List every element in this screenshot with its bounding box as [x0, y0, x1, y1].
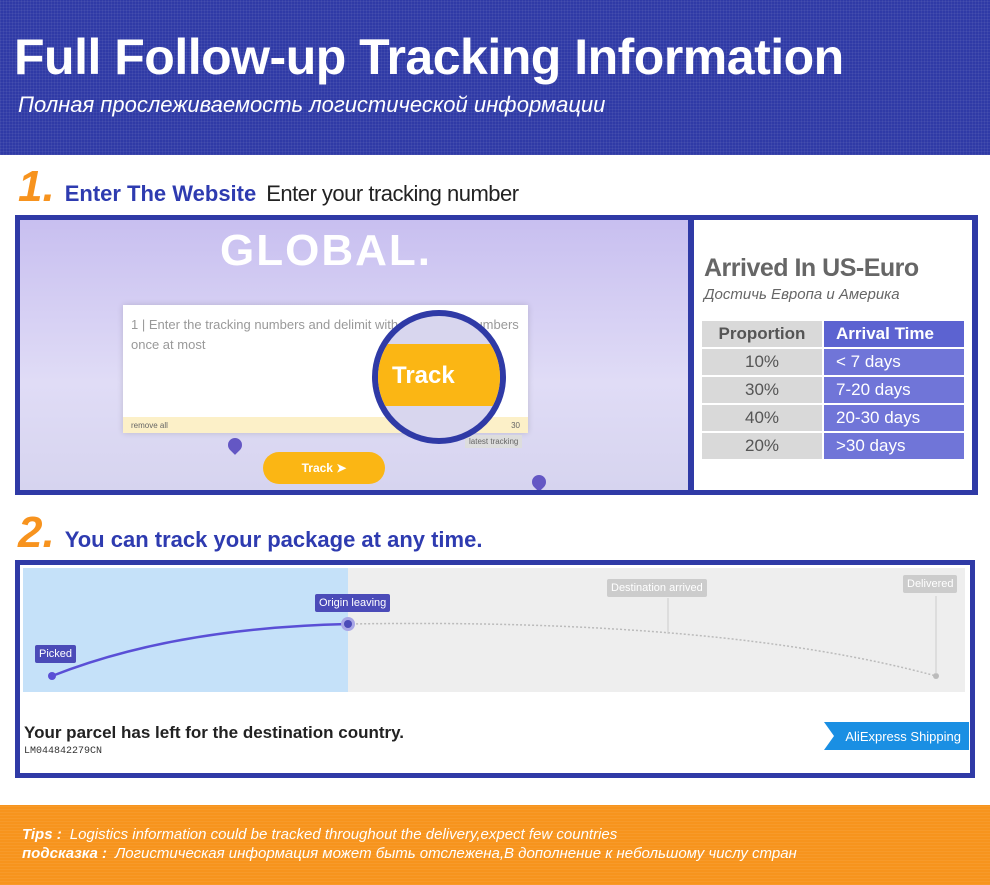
tips-text: Logistics information could be tracked t…	[69, 826, 618, 843]
footer-tips: Tips : Logistics information could be tra…	[0, 805, 990, 885]
stage-picked: Picked	[35, 645, 77, 663]
global-logo: GLOBAL.	[220, 226, 432, 275]
remove-all-link[interactable]: remove all	[131, 421, 168, 430]
stage-dot	[48, 672, 56, 680]
step-title: You can track your package at any time.	[64, 527, 483, 552]
page-subtitle: Полная прослеживаемость логистической ин…	[18, 92, 606, 117]
cell: >30 days	[822, 433, 964, 459]
line-number: 1	[131, 317, 139, 332]
arrival-subtitle: Достичь Европа и Америка	[704, 286, 900, 303]
arrival-table: Proportion Arrival Time 10% < 7 days 30% 7-…	[702, 319, 964, 461]
website-section: GLOBAL. 1 | Enter the tracking numbers a…	[15, 215, 978, 495]
stage-delivered: Delivered	[903, 575, 958, 593]
track-button[interactable]: Track ➤	[263, 452, 385, 484]
tracking-number: LM044842279CN	[24, 746, 103, 757]
cell: 7-20 days	[822, 377, 964, 403]
page-title: Full Follow-up Tracking Information	[14, 29, 844, 85]
col-proportion: Proportion	[702, 321, 822, 347]
tips-label-ru: подсказка :	[22, 845, 108, 862]
cell: 30%	[702, 377, 822, 403]
stage-origin-leaving: Origin leaving	[315, 594, 391, 612]
route-line	[48, 596, 939, 680]
magnifier-callout: Track	[372, 310, 506, 444]
step-1-heading: 1. Enter The Website Enter your tracking…	[18, 162, 519, 212]
track-label: Track	[301, 461, 333, 475]
cell: 20-30 days	[822, 405, 964, 431]
arrival-title: Arrived In US-Euro	[704, 254, 919, 282]
cursor-icon: ➤	[336, 461, 347, 475]
track-label: Track	[392, 362, 455, 389]
location-pin-icon	[529, 472, 549, 490]
col-arrival-time: Arrival Time	[822, 321, 964, 347]
arrival-panel: Arrived In US-Euro Достичь Европа и Амер…	[694, 220, 972, 490]
table-row: 10% < 7 days	[702, 349, 964, 375]
tips-text-ru: Логистическая информация может быть отсл…	[115, 845, 797, 862]
cell: 20%	[702, 433, 822, 459]
tracking-section: Picked Origin leaving Destination arrive…	[15, 560, 975, 778]
tracking-map: Picked Origin leaving Destination arrive…	[23, 568, 965, 692]
step-2-heading: 2. You can track your package at any tim…	[18, 508, 482, 558]
table-row: 30% 7-20 days	[702, 377, 964, 403]
location-pin-icon	[225, 435, 245, 455]
header-banner: Full Follow-up Tracking Information Полн…	[0, 0, 990, 155]
track-button-zoomed: Track	[378, 344, 500, 406]
latest-tracking[interactable]: latest tracking	[465, 435, 523, 448]
cell: < 7 days	[822, 349, 964, 375]
website-screenshot: GLOBAL. 1 | Enter the tracking numbers a…	[20, 220, 688, 490]
cell: 10%	[702, 349, 822, 375]
step-title: Enter The Website	[64, 181, 257, 206]
step-number: 1.	[18, 162, 55, 211]
table-row: 20% >30 days	[702, 433, 964, 459]
step-number: 2.	[18, 508, 55, 557]
step-desc: Enter your tracking number	[266, 181, 519, 206]
status-text: Your parcel has left for the destination…	[24, 723, 405, 742]
stage-destination-arrived: Destination arrived	[607, 579, 707, 597]
tips-label: Tips :	[22, 826, 62, 843]
cell: 40%	[702, 405, 822, 431]
count: 30	[511, 420, 520, 430]
carrier-badge: AliExpress Shipping	[824, 722, 969, 750]
table-row: 40% 20-30 days	[702, 405, 964, 431]
